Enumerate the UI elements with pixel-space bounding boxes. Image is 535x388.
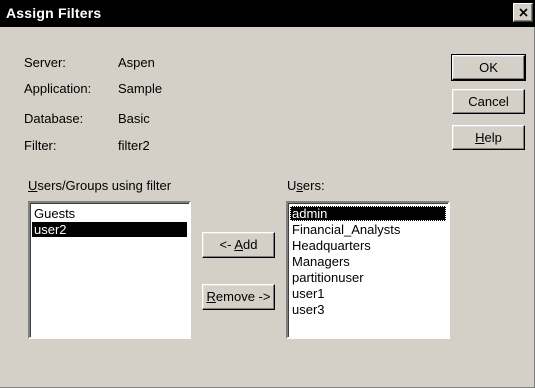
ok-button[interactable]: OK bbox=[451, 54, 526, 81]
list-item[interactable]: Financial_Analysts bbox=[290, 222, 446, 237]
database-label: Database: bbox=[24, 111, 84, 126]
database-value: Basic bbox=[118, 111, 150, 126]
filter-value: filter2 bbox=[118, 138, 150, 153]
close-button[interactable] bbox=[513, 3, 533, 22]
list-item[interactable]: user1 bbox=[290, 286, 446, 301]
close-icon bbox=[519, 8, 528, 17]
list-item[interactable]: user3 bbox=[290, 302, 446, 317]
users-groups-using-filter-list[interactable]: Guests user2 bbox=[28, 201, 191, 339]
remove-button[interactable]: Remove -> bbox=[202, 284, 275, 310]
list-item-selected[interactable]: user2 bbox=[32, 222, 187, 237]
dialog-title: Assign Filters bbox=[6, 5, 102, 21]
users-list[interactable]: admin Financial_Analysts Headquarters Ma… bbox=[286, 201, 450, 339]
help-button[interactable]: Help bbox=[452, 125, 525, 150]
list-item[interactable]: Headquarters bbox=[290, 238, 446, 253]
list-item-selected[interactable]: admin bbox=[290, 206, 446, 221]
users-groups-using-filter-label: Users/Groups using filter bbox=[28, 178, 172, 193]
list-item[interactable]: Guests bbox=[32, 206, 187, 221]
list-item[interactable]: partitionuser bbox=[290, 270, 446, 285]
application-value: Sample bbox=[118, 81, 163, 96]
assign-filters-dialog: Assign Filters Server: Aspen Application… bbox=[0, 0, 535, 388]
list-item[interactable]: Managers bbox=[290, 254, 446, 269]
filter-label: Filter: bbox=[24, 138, 57, 153]
server-label: Server: bbox=[24, 55, 66, 70]
add-button[interactable]: <- Add bbox=[202, 232, 275, 258]
server-value: Aspen bbox=[118, 55, 155, 70]
cancel-button[interactable]: Cancel bbox=[452, 89, 525, 114]
application-label: Application: bbox=[24, 81, 92, 96]
title-bar: Assign Filters bbox=[0, 0, 535, 27]
users-label: Users: bbox=[287, 178, 325, 193]
